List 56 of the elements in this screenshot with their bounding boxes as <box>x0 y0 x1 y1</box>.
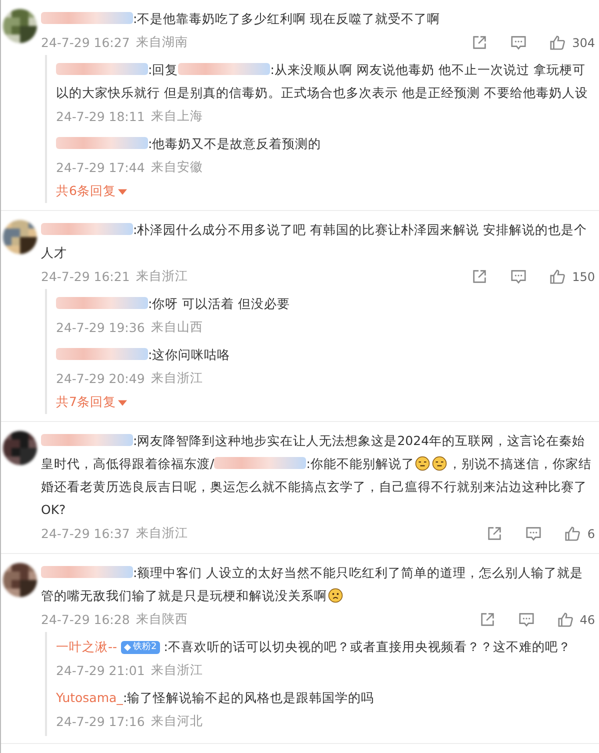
like-count: 150 <box>572 270 595 284</box>
caret-icon <box>118 188 127 194</box>
reply-location: 来自河北 <box>150 713 203 730</box>
comment-time: 24-7-29 16:28 <box>41 612 130 627</box>
reply-time: 24-7-29 19:36 <box>56 320 145 335</box>
reply-location: 来自浙江 <box>150 662 203 679</box>
like-count: 304 <box>572 36 595 50</box>
share-icon[interactable] <box>471 34 488 51</box>
thumbs-up-icon[interactable] <box>549 268 566 285</box>
comment-icon[interactable] <box>510 268 528 285</box>
like-count: 46 <box>580 612 595 626</box>
reply-location: 来自上海 <box>150 108 203 125</box>
username-link[interactable]: 一叶之湫-- <box>56 639 118 654</box>
reply-text: :你呀 可以活着 但没必要 <box>56 292 595 315</box>
comment-time: 24-7-29 16:27 <box>41 35 130 50</box>
reply-text: :回复 :从来没顺从啊 网友说他毒奶 他不止一次说过 拿玩梗可以的大家快乐就行 但是别真的信毒奶。正式场合也多次表示 他是正经预测 不要给他毒奶人设 <box>56 61 589 102</box>
reply-text: :他毒奶又不是故意反着预测的 <box>56 132 595 155</box>
reply-text: :这你问咪咕咯 <box>56 343 595 366</box>
comment-text: :不是他靠毒奶吃了多少红利啊 现在反噬了就受不了啊 <box>41 7 595 30</box>
reply-time: 24-7-29 20:49 <box>56 371 145 386</box>
comment-text: :网友降智降到这种地步实在让人无法想象这是2024年的互联网，这言论在秦始皇时代，高低得跟着徐福东渡/ :你能不能别解说了 ，别说不搞迷信，你家结婚还看老黄历选良辰吉日呢，奥运怎么就不能搞点玄学了，自己瘟得不行就别来沾边这种比赛了OK? <box>41 432 592 519</box>
comment-location: 来自浙江 <box>136 268 188 285</box>
username-link[interactable]: Yutosama_ <box>56 690 123 705</box>
reply-text: 一叶之湫-- 铁粉2 :不喜欢听的话可以切央视的吧？或者直接用央视频看？？这不难的吧？ <box>56 638 572 656</box>
comment-time: 24-7-29 16:37 <box>41 526 130 541</box>
thumbs-up-icon[interactable] <box>549 34 566 51</box>
reply-time: 24-7-29 18:11 <box>56 109 145 124</box>
thumbs-up-icon[interactable] <box>556 611 574 628</box>
comment-text: :朴泽园什么成分不用多说了吧 有韩国的比赛让朴泽园来解说 安排解说的也是个人才 <box>41 221 588 262</box>
comment-icon[interactable] <box>518 611 535 628</box>
reply-location: 来自安徽 <box>150 159 203 176</box>
smirk-face-icon <box>432 456 448 471</box>
comment-location: 来自湖南 <box>136 34 188 51</box>
fan-badge: 铁粉2 <box>121 641 160 654</box>
comment-icon[interactable] <box>525 525 542 542</box>
reply-time: 24-7-29 17:44 <box>56 160 145 175</box>
smirk-face-icon <box>415 456 430 471</box>
sad-face-icon <box>328 588 343 603</box>
comment-icon[interactable] <box>510 34 528 51</box>
reply-text: Yutosama_:输了怪解说输不起的风格也是跟韩国学的吗 <box>56 689 376 707</box>
comment-time: 24-7-29 16:21 <box>41 269 130 284</box>
more-replies-link[interactable]: 共7条回复 <box>56 391 127 412</box>
reply-location: 来自山西 <box>150 319 203 336</box>
share-icon[interactable] <box>478 611 496 628</box>
reply-time: 24-7-29 17:16 <box>56 714 145 729</box>
more-replies-link[interactable]: 共6条回复 <box>56 180 127 201</box>
thumbs-up-icon[interactable] <box>564 525 582 542</box>
like-count: 6 <box>587 526 595 540</box>
comment-location: 来自陕西 <box>136 611 188 628</box>
caret-icon <box>118 400 127 406</box>
share-icon[interactable] <box>486 525 504 542</box>
reply-location: 来自浙江 <box>150 370 203 387</box>
comment-text: :额理中客们 人设立的太好当然不能只吃红利了简单的道理，怎么别人输了就是管的嘴无敌我们输了就是只是玩梗和解说没关系啊 <box>41 564 584 605</box>
reply-time: 24-7-29 21:01 <box>56 663 145 678</box>
share-icon[interactable] <box>471 268 488 285</box>
comment-location: 来自浙江 <box>136 525 188 542</box>
